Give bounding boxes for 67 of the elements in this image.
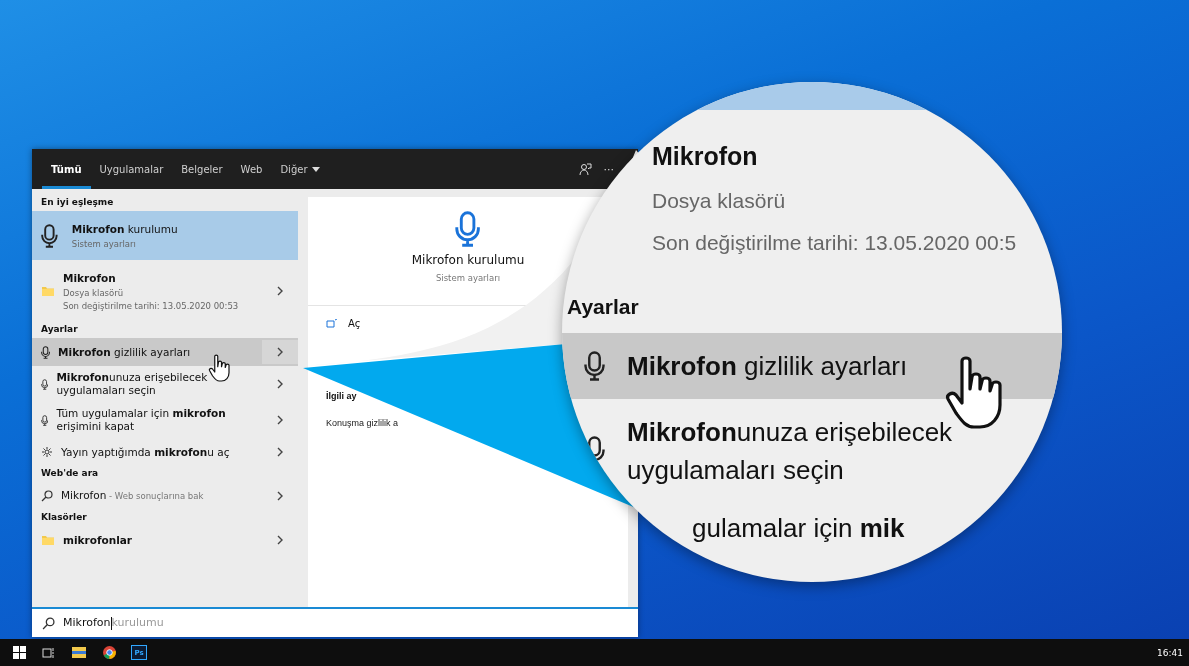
- section-heading: En iyi eşleşme: [40, 196, 115, 209]
- section-heading: Web'de ara: [40, 467, 100, 480]
- microphone-icon: [455, 211, 481, 247]
- chevron-right-icon: [276, 286, 284, 296]
- filter-tab[interactable]: Belgeler: [172, 149, 232, 189]
- filter-tab[interactable]: Tümü: [42, 149, 91, 189]
- section-heading: Ayarlar: [40, 323, 79, 336]
- related-link[interactable]: Konuşma gizlilik a: [326, 418, 399, 428]
- chevron-right-icon: [276, 415, 284, 425]
- filter-tab[interactable]: Web: [231, 149, 272, 189]
- section-heading: Klasörler: [40, 511, 88, 524]
- folder-icon: [41, 533, 55, 547]
- expand-button[interactable]: [262, 340, 298, 364]
- zoomed-subtitle: Son değiştirilme tarihi: 13.05.2020 00:5: [652, 231, 1017, 255]
- filter-tab[interactable]: Diğer: [271, 149, 329, 189]
- zoomed-result-title: gulamalar için mik: [692, 513, 905, 544]
- chevron-right-icon: [276, 379, 284, 389]
- result-title: Mikrofon gizlilik ayarları: [58, 345, 191, 359]
- zoomed-title: Mikrofon: [652, 142, 758, 171]
- caret-down-icon: [311, 166, 320, 172]
- result-item[interactable]: Mikrofon - Web sonuçlarına bak: [32, 482, 298, 510]
- result-title: Mikrofon: [63, 271, 117, 285]
- result-title: Mikrofonunuza erişebilecek uygulamaları seçin: [56, 371, 209, 397]
- result-item[interactable]: Yayın yaptığımda mikrofonu aç: [32, 438, 298, 466]
- folder-icon: [41, 284, 55, 298]
- microphone-icon: [41, 413, 49, 427]
- microphone-icon: [41, 223, 58, 248]
- feedback-icon[interactable]: [578, 162, 592, 176]
- microphone-icon: [41, 345, 51, 359]
- result-title: mikrofonlar: [63, 533, 133, 547]
- browser-icon[interactable]: [102, 646, 116, 659]
- windows-logo-icon[interactable]: [12, 646, 26, 659]
- related-heading: İlgili ay: [326, 391, 357, 401]
- result-title: Mikrofon kurulumu: [71, 222, 178, 236]
- preview-subtitle: Sistem ayarları: [435, 273, 501, 283]
- chevron-right-icon: [276, 535, 284, 545]
- folder-icon[interactable]: [72, 647, 86, 658]
- filter-tab[interactable]: Uygulamalar: [90, 149, 173, 189]
- clock: 16:41: [1157, 647, 1184, 658]
- zoomed-result-title: Mikrofon gizlilik ayarları: [627, 350, 908, 383]
- chevron-right-icon: [276, 447, 284, 457]
- result-item[interactable]: mikrofonlar: [32, 526, 298, 554]
- microphone-icon: [41, 377, 49, 391]
- result-item[interactable]: Mikrofonunuza erişebilecek uygulamaları seçin: [32, 366, 298, 402]
- result-subtitle: Dosya klasörü: [63, 287, 125, 298]
- result-title: Yayın yaptığımda mikrofonu aç: [61, 445, 230, 459]
- result-subtitle: Sistem ayarları: [71, 238, 137, 249]
- result-title: Mikrofon - Web sonuçlarına bak: [61, 489, 204, 503]
- result-item[interactable]: Mikrofon kurulumu Sistem ayarları: [32, 211, 298, 260]
- search-icon: [41, 490, 53, 502]
- zoomed-heading: Ayarlar: [567, 295, 639, 319]
- microphone-icon: [584, 351, 605, 381]
- task-view-icon[interactable]: [42, 646, 56, 659]
- result-title: Tüm uygulamalar için mikrofon erişimini kapat: [56, 407, 227, 433]
- preview-title: Mikrofon kurulumu: [411, 253, 525, 267]
- result-item[interactable]: Mikrofon Dosya klasörü Son değiştirilme tarihi: 13.05.2020 00:53: [32, 260, 298, 322]
- gear-icon: [41, 446, 53, 458]
- chevron-right-icon: [276, 347, 284, 357]
- result-detail: Son değiştirilme tarihi: 13.05.2020 00:53: [63, 300, 239, 311]
- open-window-icon: [326, 319, 338, 328]
- search-field[interactable]: Mikrofonkurulumu: [32, 607, 638, 637]
- zoomed-subtitle: Dosya klasörü: [652, 189, 786, 213]
- chevron-right-icon: [276, 491, 284, 501]
- result-item[interactable]: Tüm uygulamalar için mikrofon erişimini kapat: [32, 402, 298, 438]
- open-action[interactable]: Aç: [326, 318, 361, 329]
- search-icon: [42, 616, 55, 630]
- zoomed-result-title: Mikrofonunuza erişebilecek uygulamaları seçin: [627, 416, 954, 487]
